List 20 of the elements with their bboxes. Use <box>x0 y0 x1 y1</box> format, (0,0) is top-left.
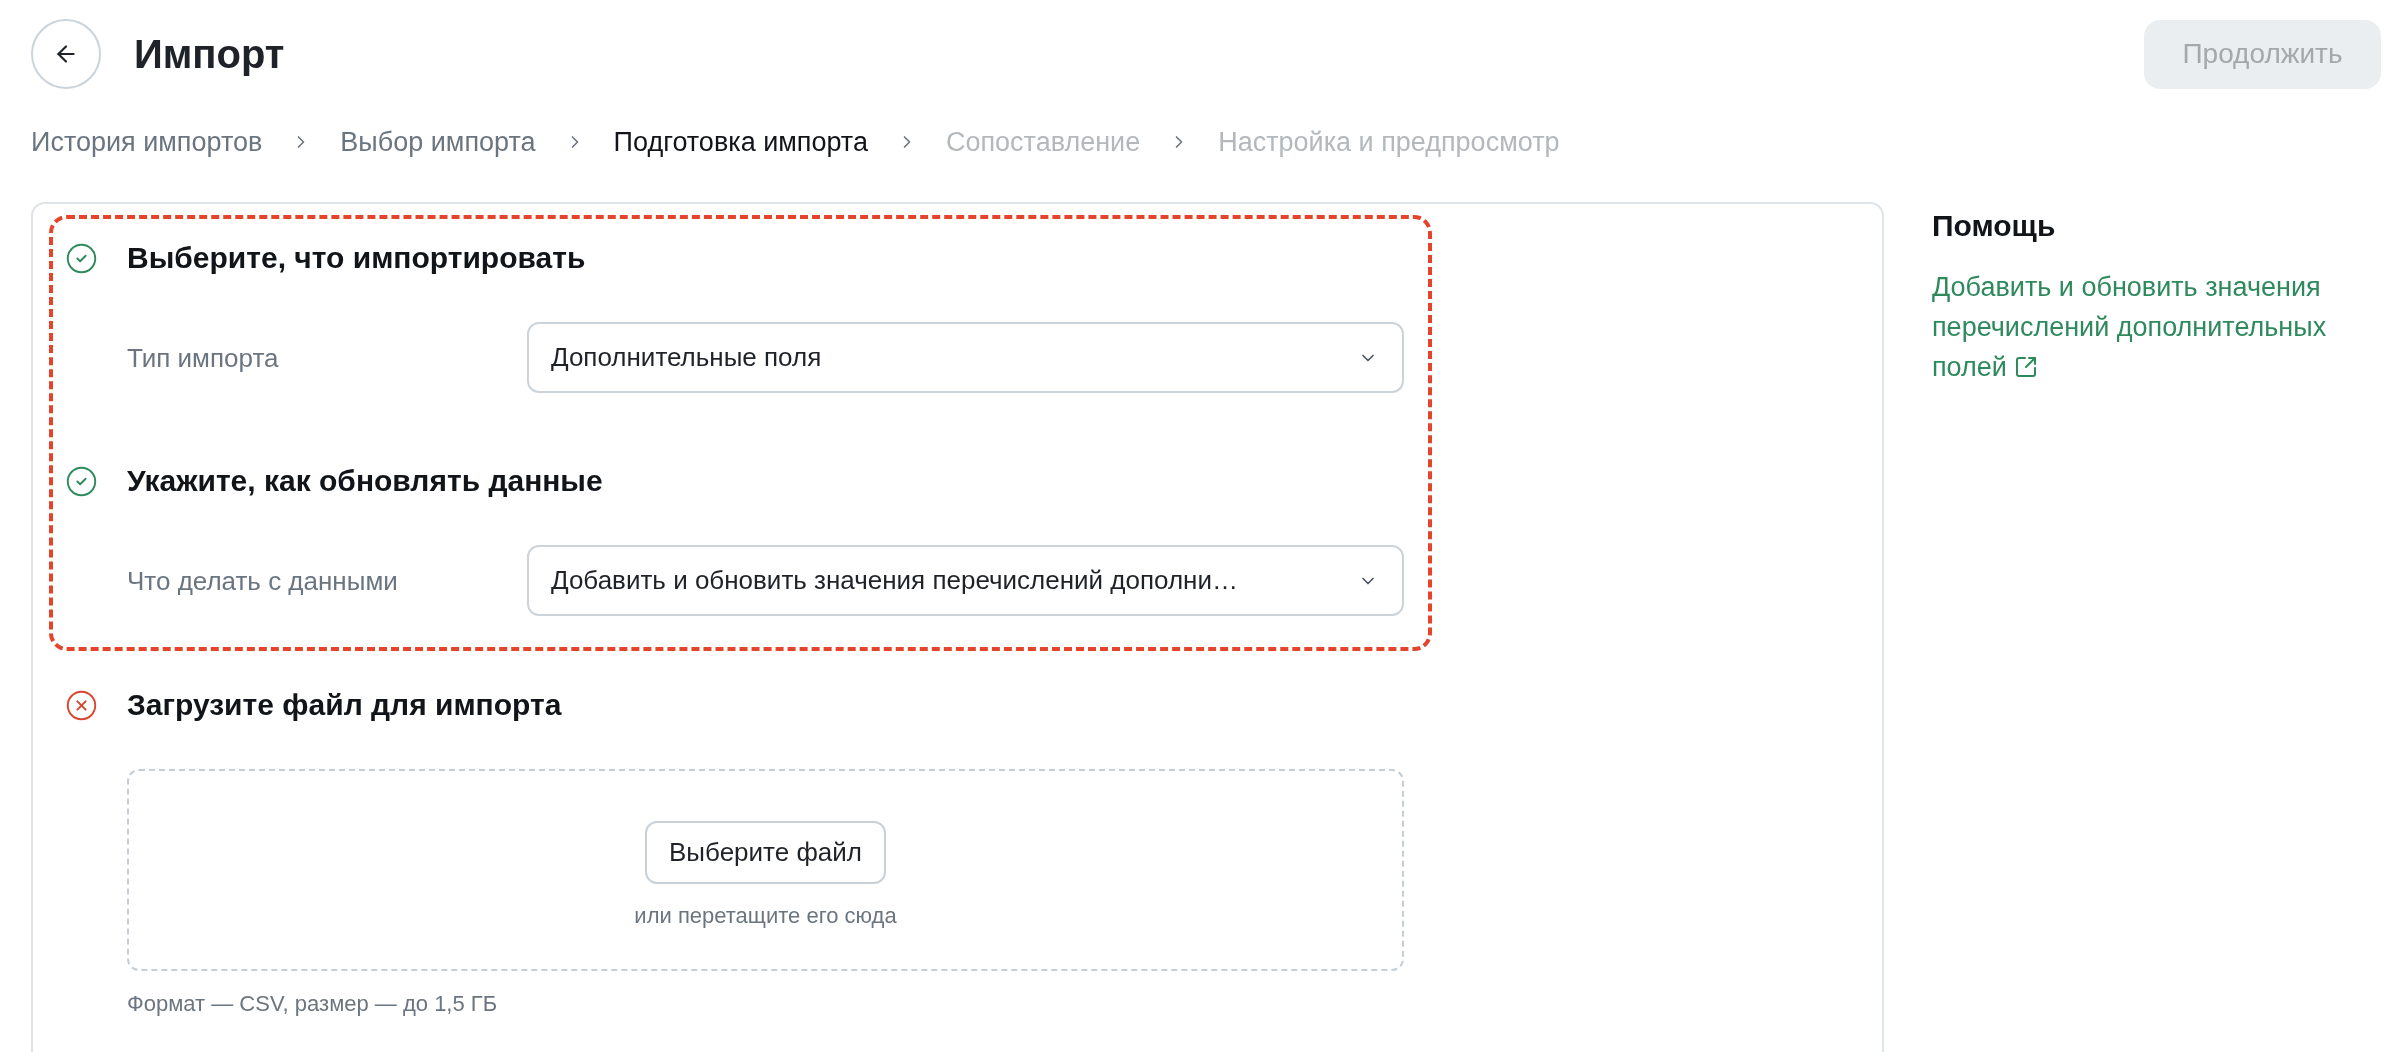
dropdown-field[interactable]: Добавить и обновить значения перечислений дополни… <box>527 545 1404 616</box>
help-link[interactable]: Добавить и обновить значения перечислений дополнительных полей <box>1932 267 2382 387</box>
breadcrumb-item[interactable]: История импортов <box>31 124 263 160</box>
drop-hint: или перетащите его сюда <box>634 902 897 930</box>
external-link-icon <box>2014 355 2039 379</box>
format-note: Формат — CSV, размер — до 1,5 ГБ <box>127 990 498 1018</box>
breadcrumb-item: Сопоставление <box>945 126 1141 159</box>
field-label: Тип импорта <box>127 342 279 373</box>
breadcrumb-item: Настройка и предпросмотр <box>1218 126 1560 159</box>
choose-file-button[interactable]: Выберите файл <box>645 821 886 884</box>
section-title: Укажите, как обновлять данные <box>127 463 603 499</box>
drop-zone[interactable]: Выберите файл или перетащите его сюда <box>127 769 1404 971</box>
help-title: Помощь <box>1932 208 2056 244</box>
section-title: Выберите, что импортировать <box>127 240 586 276</box>
breadcrumb-item[interactable]: Подготовка импорта <box>613 124 868 160</box>
section-title: Загрузите файл для импорта <box>127 687 562 723</box>
dropdown-field[interactable]: Дополнительные поля <box>527 322 1404 393</box>
breadcrumb-item[interactable]: Выбор импорта <box>340 124 536 160</box>
field-label: Что делать с данными <box>127 565 398 596</box>
page-title: Импорт <box>134 31 285 78</box>
